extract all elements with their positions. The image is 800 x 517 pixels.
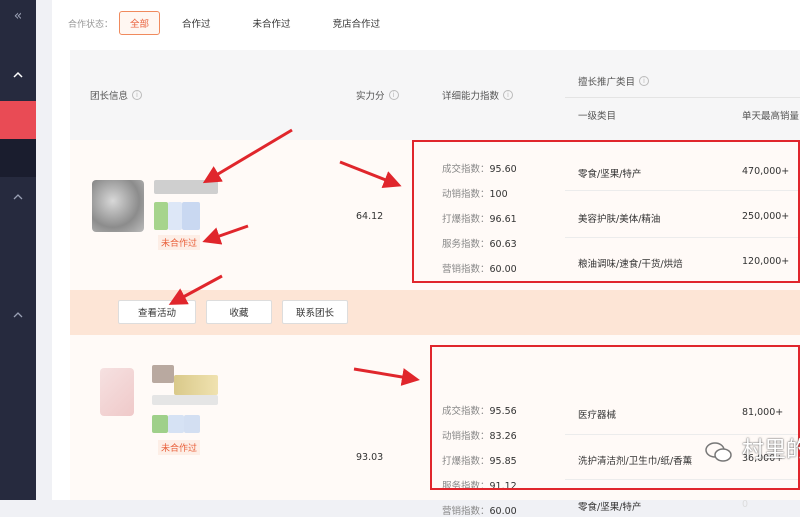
category-sales: 0 bbox=[742, 499, 749, 510]
arrow-annotation bbox=[202, 224, 249, 245]
arrow-annotation bbox=[353, 367, 420, 386]
metric-item: 营销指数：60.00 bbox=[442, 506, 517, 517]
arrow-annotation bbox=[202, 128, 293, 184]
category-name: 零食/坚果/特产 bbox=[578, 502, 642, 513]
arrow-annotation bbox=[339, 160, 402, 188]
annotation-arrows bbox=[168, 128, 420, 386]
arrow-annotation bbox=[168, 274, 223, 305]
watermark-text: 村里的 bbox=[742, 438, 800, 463]
wechat-icon bbox=[705, 442, 732, 462]
